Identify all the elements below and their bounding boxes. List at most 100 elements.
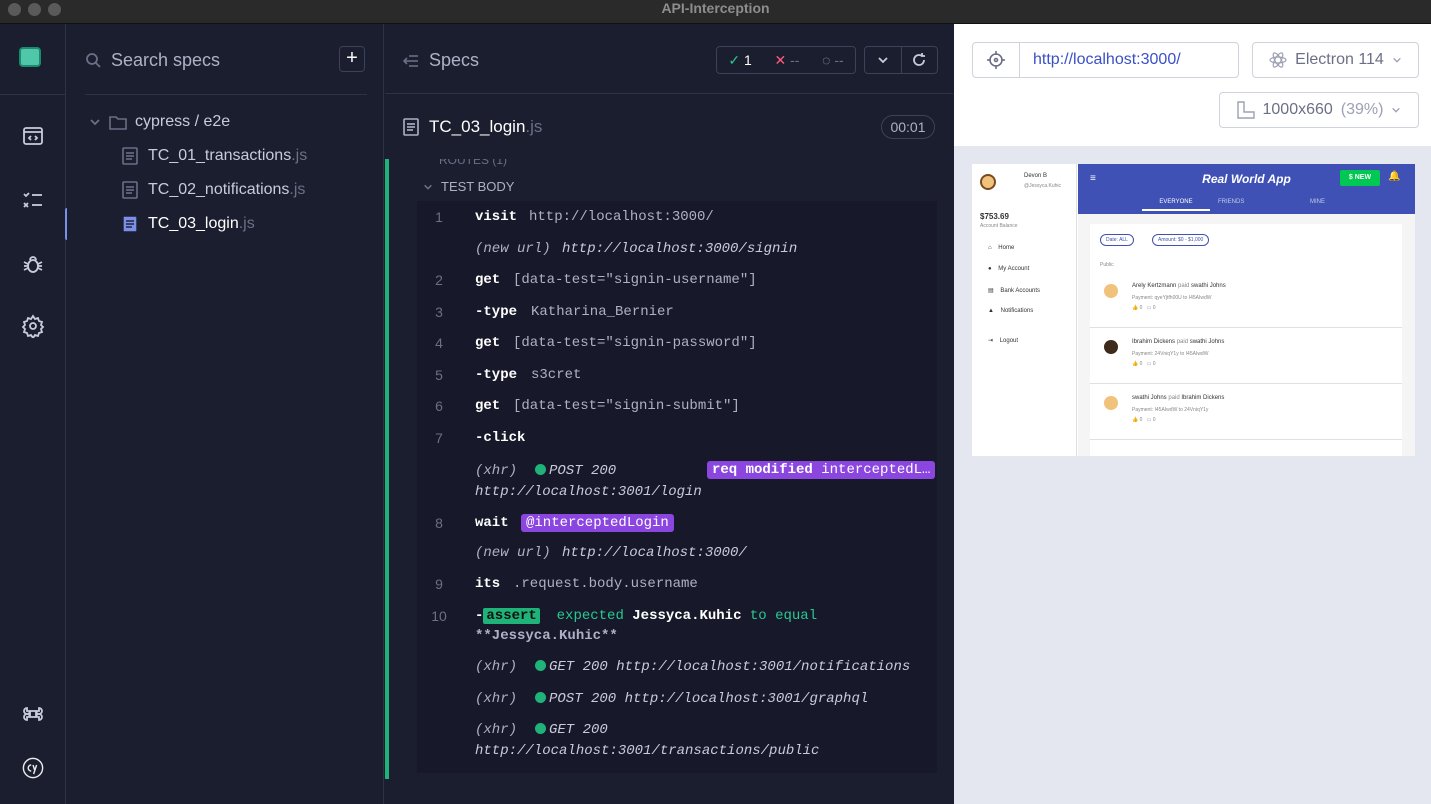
avatar	[1104, 284, 1118, 298]
nav-divider	[0, 94, 66, 95]
crosshair-icon	[987, 51, 1005, 69]
command-name: wait	[475, 515, 509, 531]
tab-everyone[interactable]: EVERYONE	[1142, 199, 1210, 211]
test-body-header[interactable]: TEST BODY	[423, 179, 514, 194]
command-number: 8	[435, 515, 443, 531]
xhr-row-transactions[interactable]: (xhr) GET 200 http://localhost:3001/tran…	[417, 722, 937, 762]
public-label: Public	[1100, 262, 1114, 268]
nav-label: My Account	[998, 266, 1030, 272]
url-field[interactable]: http://localhost:3000/	[1019, 42, 1239, 78]
folder-cypress-e2e[interactable]: cypress / e2e	[89, 112, 230, 132]
cypress-logo-icon[interactable]	[0, 748, 66, 788]
keyboard-shortcuts-icon[interactable]	[0, 694, 66, 734]
specs-toggle[interactable]: Specs	[403, 50, 479, 71]
command-number: 4	[435, 335, 443, 351]
command-name: get	[475, 272, 501, 288]
spec-name: TC_02_notifications	[148, 181, 290, 198]
add-spec-button[interactable]: +	[339, 46, 365, 72]
specs-list-icon[interactable]	[0, 180, 66, 220]
avatar	[1104, 396, 1118, 410]
spec-ext: .js	[291, 147, 308, 164]
assert-badge: assert	[483, 608, 540, 624]
tab-mine[interactable]: MINE	[1310, 199, 1325, 205]
command-number: 10	[431, 608, 447, 624]
current-spec-name: TC_03_login	[429, 117, 526, 136]
assert-to-equal: to equal	[749, 608, 818, 624]
ruler-icon	[1236, 101, 1255, 119]
command-prefix: (new url)	[475, 241, 551, 257]
new-transaction-button[interactable]: $ NEW	[1340, 170, 1380, 186]
passed-count: ✓ 1	[728, 51, 752, 68]
chevron-down-icon	[1393, 57, 1401, 63]
nav-home[interactable]: ⌂ Home	[988, 245, 1014, 251]
nav-label: Home	[998, 245, 1015, 251]
selector-playground-button[interactable]	[972, 42, 1020, 78]
nav-notifications[interactable]: ▲ Notifications	[988, 308, 1033, 314]
assert-value: **Jessyca.Kuhic**	[475, 628, 618, 644]
badge-alias: interceptedL…	[821, 462, 931, 478]
chevron-down-icon	[1392, 107, 1401, 113]
command-name: get	[475, 398, 501, 414]
debug-bug-icon[interactable]	[0, 244, 66, 284]
left-nav	[0, 24, 69, 804]
app-sidebar: Devon B @Jessyca.Kuhic $753.69 Account B…	[972, 164, 1077, 456]
command-message: [data-test="signin-submit"]	[513, 398, 740, 414]
app-under-test[interactable]: Devon B @Jessyca.Kuhic $753.69 Account B…	[972, 164, 1415, 456]
test-region: ROUTES (1) TEST BODY 1 visit http://loca…	[385, 159, 953, 779]
xhr-prefix: (xhr)	[475, 691, 518, 707]
status-dot	[535, 692, 546, 703]
command-message: http://localhost:3000/signin	[562, 241, 798, 257]
command-name: get	[475, 335, 501, 351]
settings-gear-icon[interactable]	[0, 306, 66, 346]
balance-label: Account Balance	[980, 223, 1018, 229]
feed-item[interactable]: swathi Johns paid Ibrahim Dickens Paymen…	[1090, 384, 1402, 440]
routes-header[interactable]: ROUTES (1)	[439, 159, 507, 167]
command-number: 2	[435, 272, 443, 288]
spec-item-tc01[interactable]: TC_01_transactions.js	[122, 145, 307, 167]
tab-friends[interactable]: FRIENDS	[1218, 199, 1244, 205]
date-filter[interactable]: Date: ALL	[1100, 234, 1134, 246]
duration-badge: 00:01	[881, 115, 935, 139]
assert-row[interactable]: 10 - assert expected Jessyca.Kuhic to equ…	[417, 608, 937, 648]
payment-detail: Payment: 24VniqY1y to I45AIwdW	[1132, 351, 1209, 357]
search-icon	[86, 53, 101, 68]
bell-icon[interactable]: 🔔	[1388, 171, 1400, 182]
nav-logout[interactable]: ⇥ Logout	[988, 337, 1018, 344]
command-name: -type	[475, 367, 518, 383]
runs-icon[interactable]	[0, 116, 66, 156]
spec-item-tc02[interactable]: TC_02_notifications.js	[122, 179, 305, 201]
reporter-header: Specs ✓ 1 ✕ -- ◌ --	[385, 24, 953, 94]
chevron-down-icon	[878, 57, 888, 64]
xhr-prefix: (xhr)	[475, 463, 518, 479]
amount-filter[interactable]: Amount: $0 - $1,000	[1152, 234, 1210, 246]
command-message: s3cret	[531, 367, 582, 383]
failed-count: ✕ --	[774, 51, 800, 68]
user-name: Devon B	[1024, 173, 1048, 179]
command-number: 1	[435, 209, 443, 225]
viewport-select[interactable]: 1000x660 (39%)	[1219, 92, 1419, 128]
status-dot	[535, 464, 546, 475]
spec-item-tc03[interactable]: TC_03_login.js	[122, 213, 255, 235]
window-title: API-Interception	[661, 0, 770, 16]
browser-select[interactable]: Electron 114	[1252, 42, 1419, 78]
xhr-text: POST 200 http://localhost:3001/graphql	[549, 691, 869, 707]
folder-label: cypress / e2e	[135, 113, 231, 130]
nav-my-account[interactable]: ● My Account	[988, 266, 1029, 272]
rerun-button[interactable]	[902, 47, 938, 73]
feed-item[interactable]: Ibrahim Dickens paid swathi Johns Paymen…	[1090, 328, 1402, 384]
command-name: its	[475, 576, 501, 592]
nav-bank-accounts[interactable]: ▤ Bank Accounts	[988, 287, 1040, 294]
project-logo-icon[interactable]	[19, 47, 41, 67]
payer: swathi Johns	[1132, 395, 1167, 401]
app-topbar: ≡ Real World App $ NEW 🔔 EVERYONE FRIEND…	[1078, 164, 1415, 214]
verb: paid	[1178, 283, 1190, 289]
reporter-controls	[864, 46, 938, 74]
account-balance: $753.69	[980, 212, 1009, 221]
xhr-row-login[interactable]: (xhr) POST 200 http://localhost:3001/log…	[417, 461, 937, 503]
search-specs-input[interactable]: Search specs	[85, 46, 337, 74]
command-message: Katharina_Bernier	[531, 304, 674, 320]
feed-item[interactable]: Arely Kertzmann paid swathi Johns Paymen…	[1090, 272, 1402, 328]
spec-name: TC_01_transactions	[148, 147, 292, 164]
expand-collapse-button[interactable]	[865, 47, 902, 73]
app-main: Date: ALL Amount: $0 - $1,000 Public Are…	[1078, 214, 1415, 456]
